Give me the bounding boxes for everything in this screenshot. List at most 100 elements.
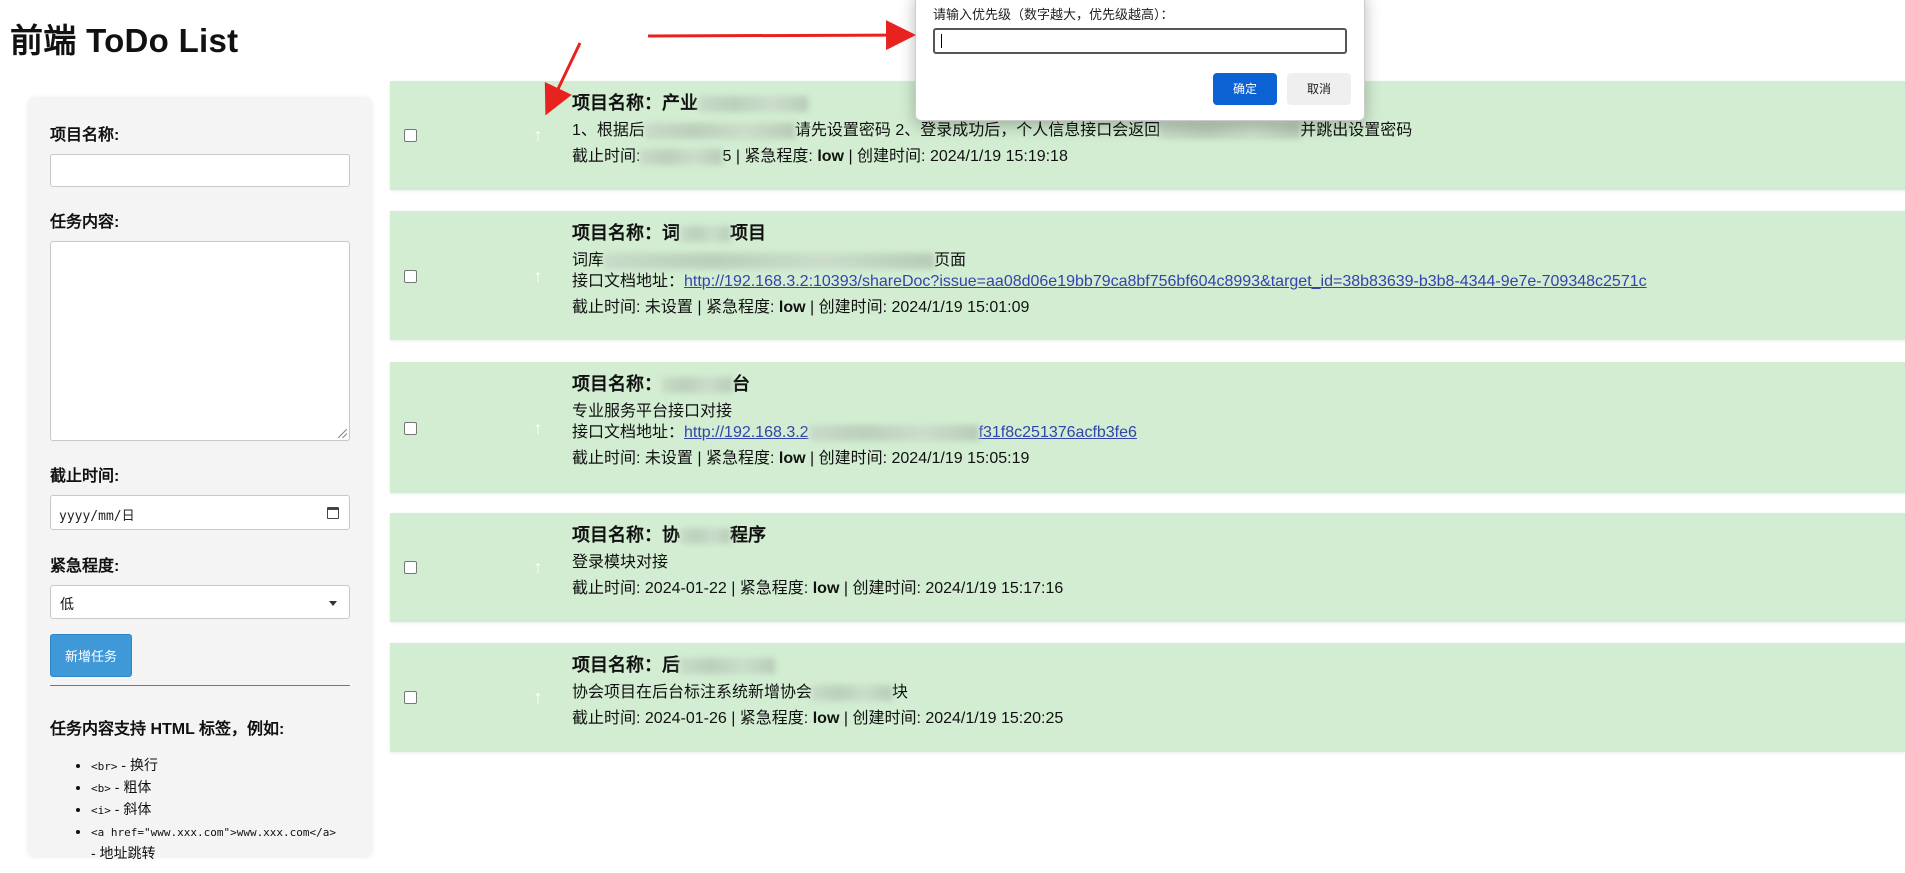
help-item-desc: - 换行: [117, 757, 158, 773]
task-content-text: 块: [892, 684, 909, 701]
annotation-arrow-dialog: [647, 20, 916, 51]
task-content-label: 任务内容:: [50, 214, 120, 231]
task-doc-link[interactable]: f31f8c251376acfb3fe6: [979, 424, 1137, 441]
task-meta: 截止时间: 未设置 | 紧急程度: low | 创建时间: 2024/1/19 …: [572, 297, 1647, 318]
resize-grip-icon[interactable]: [338, 429, 347, 438]
arrow-up-icon[interactable]: ↑: [530, 419, 546, 437]
task-content-text: 1、根据后: [572, 122, 645, 139]
priority-input[interactable]: [933, 28, 1347, 54]
task-content-text: 登录模块对接: [572, 554, 669, 571]
task-content-text: 词库: [572, 252, 605, 269]
task-deadline: 5: [722, 148, 732, 165]
task-deadline: 截止时间: 未设置: [572, 450, 693, 467]
redacted-block: [644, 122, 795, 139]
arrow-up-icon[interactable]: ↑: [530, 688, 546, 706]
urgency-selected-value: 低: [60, 596, 74, 612]
dialog-ok-button[interactable]: 确定: [1213, 73, 1277, 105]
task-title-text: 台: [732, 374, 750, 394]
dialog-cancel-button[interactable]: 取消: [1287, 73, 1351, 105]
task-doc-label: 接口文档地址：: [572, 424, 685, 441]
task-urgency-label: | 紧急程度:: [735, 148, 813, 165]
task-urgency: low: [817, 148, 844, 165]
task-urgency: low: [778, 299, 806, 316]
task-content-textarea[interactable]: [50, 241, 350, 441]
deadline-placeholder: yyyy/mm/日: [59, 509, 135, 524]
redacted-block: [808, 424, 979, 441]
task-title: 项目名称：协 程序: [572, 525, 1063, 546]
task-title-text: 项目名称：后: [572, 655, 680, 675]
help-item-desc: - 斜体: [110, 801, 152, 817]
task-title: 项目名称： 台: [572, 374, 1137, 395]
calendar-icon[interactable]: [327, 507, 339, 519]
task-content-text: 协会项目在后台标注系统新增协会: [572, 684, 813, 701]
redacted-block: [680, 226, 730, 243]
task-checkbox[interactable]: [404, 129, 417, 142]
project-name-input[interactable]: [50, 154, 350, 187]
task-checkbox[interactable]: [404, 561, 417, 574]
project-name-label: 项目名称:: [50, 127, 120, 144]
task-body: 项目名称：协 程序 登录模块对接 截止时间: 2024-01-22 | 紧急程度:…: [572, 525, 1063, 599]
task-doc-link[interactable]: http://192.168.3.2: [684, 424, 809, 441]
arrow-up-icon[interactable]: ↑: [530, 126, 546, 144]
help-item-desc: - 粗体: [110, 779, 152, 795]
task-title-text: 项目: [730, 223, 766, 243]
task-checkbox[interactable]: [404, 270, 417, 283]
task-content: 专业服务平台接口对接: [572, 401, 1137, 422]
task-meta: 截止时间: 未设置 | 紧急程度: low | 创建时间: 2024/1/19 …: [572, 448, 1137, 469]
task-urgency: low: [778, 450, 806, 467]
help-item-desc: - 地址跳转: [91, 845, 156, 861]
help-item-code: <b>: [91, 782, 111, 795]
add-task-button[interactable]: 新增任务: [50, 634, 133, 677]
task-urgency: low: [812, 710, 840, 727]
deadline-date-input[interactable]: yyyy/mm/日: [50, 495, 350, 530]
help-item-code: <a href="www.xxx.com">www.xxx.com</a>: [91, 826, 337, 839]
help-title: 任务内容支持 HTML 标签，例如:: [50, 721, 285, 738]
task-checkbox[interactable]: [404, 691, 417, 704]
task-created: | 创建时间: 2024/1/19 15:20:25: [843, 710, 1064, 727]
task-card: ↑ 项目名称：词 项目 词库 页面 接口文档地址：http://192.168.3.…: [390, 211, 1905, 340]
task-content-text: 请先设置密码 2、登录成功后，个人信息接口会返回: [794, 122, 1161, 139]
task-created: | 创建时间: 2024/1/19 15:01:09: [810, 299, 1030, 316]
help-item: <b> - 粗体: [91, 777, 350, 799]
task-body: 项目名称：后 协会项目在后台标注系统新增协会 块 截止时间: 2024-01-26…: [572, 655, 1063, 729]
task-created: | 创建时间: 2024/1/19 15:17:16: [843, 580, 1064, 597]
arrow-up-icon[interactable]: ↑: [530, 267, 546, 285]
redacted-block: [1160, 122, 1301, 139]
task-deadline: 截止时间:: [572, 148, 641, 165]
task-card: ↑ 项目名称：协 程序 登录模块对接 截止时间: 2024-01-22 | 紧急程…: [390, 513, 1905, 622]
redacted-block: [604, 252, 935, 269]
page-title: 前端 ToDo List: [10, 22, 239, 59]
redacted-block: [662, 377, 732, 394]
task-deadline: 截止时间: 未设置: [572, 299, 693, 316]
redacted-block: [640, 148, 723, 165]
task-title-text: 项目名称：协: [572, 525, 680, 545]
task-doc-link[interactable]: http://192.168.3.2:10393/shareDoc?issue=…: [684, 273, 1647, 290]
task-title-text: 项目名称：产业: [572, 93, 698, 113]
redacted-block: [812, 684, 893, 701]
text-caret: [941, 34, 942, 48]
task-content: 接口文档地址：http://192.168.3.2 f31f8c251376acf…: [572, 422, 1137, 443]
task-urgency-label: | 紧急程度:: [731, 580, 809, 597]
task-content: 1、根据后 请先设置密码 2、登录成功后，个人信息接口会返回 并跳出设置密码: [572, 120, 1412, 141]
task-content: 词库 页面: [572, 250, 1647, 271]
redacted-block: [698, 96, 808, 113]
urgency-select[interactable]: 低: [50, 585, 350, 619]
task-content: 接口文档地址：http://192.168.3.2:10393/shareDoc…: [572, 271, 1647, 292]
task-checkbox[interactable]: [404, 422, 417, 435]
arrow-up-icon[interactable]: ↑: [530, 558, 546, 576]
task-created: | 创建时间: 2024/1/19 15:05:19: [810, 450, 1030, 467]
task-meta: 截止时间: 2024-01-26 | 紧急程度: low | 创建时间: 202…: [572, 708, 1063, 729]
task-title: 项目名称：后: [572, 655, 1063, 676]
task-title-text: 项目名称：: [572, 374, 662, 394]
divider: [50, 685, 350, 686]
task-content-text: 专业服务平台接口对接: [572, 403, 733, 420]
task-deadline: 截止时间: 2024-01-26: [572, 710, 727, 727]
help-item-code: <br>: [91, 760, 118, 773]
task-content: 协会项目在后台标注系统新增协会 块: [572, 682, 1063, 703]
task-title-text: 程序: [730, 525, 766, 545]
task-urgency-label: | 紧急程度:: [697, 299, 775, 316]
task-created: | 创建时间: 2024/1/19 15:19:18: [848, 148, 1068, 165]
help-item-code: <i>: [91, 804, 111, 817]
help-item: <a href="www.xxx.com">www.xxx.com</a> - …: [91, 821, 350, 863]
task-content: 登录模块对接: [572, 552, 1063, 573]
